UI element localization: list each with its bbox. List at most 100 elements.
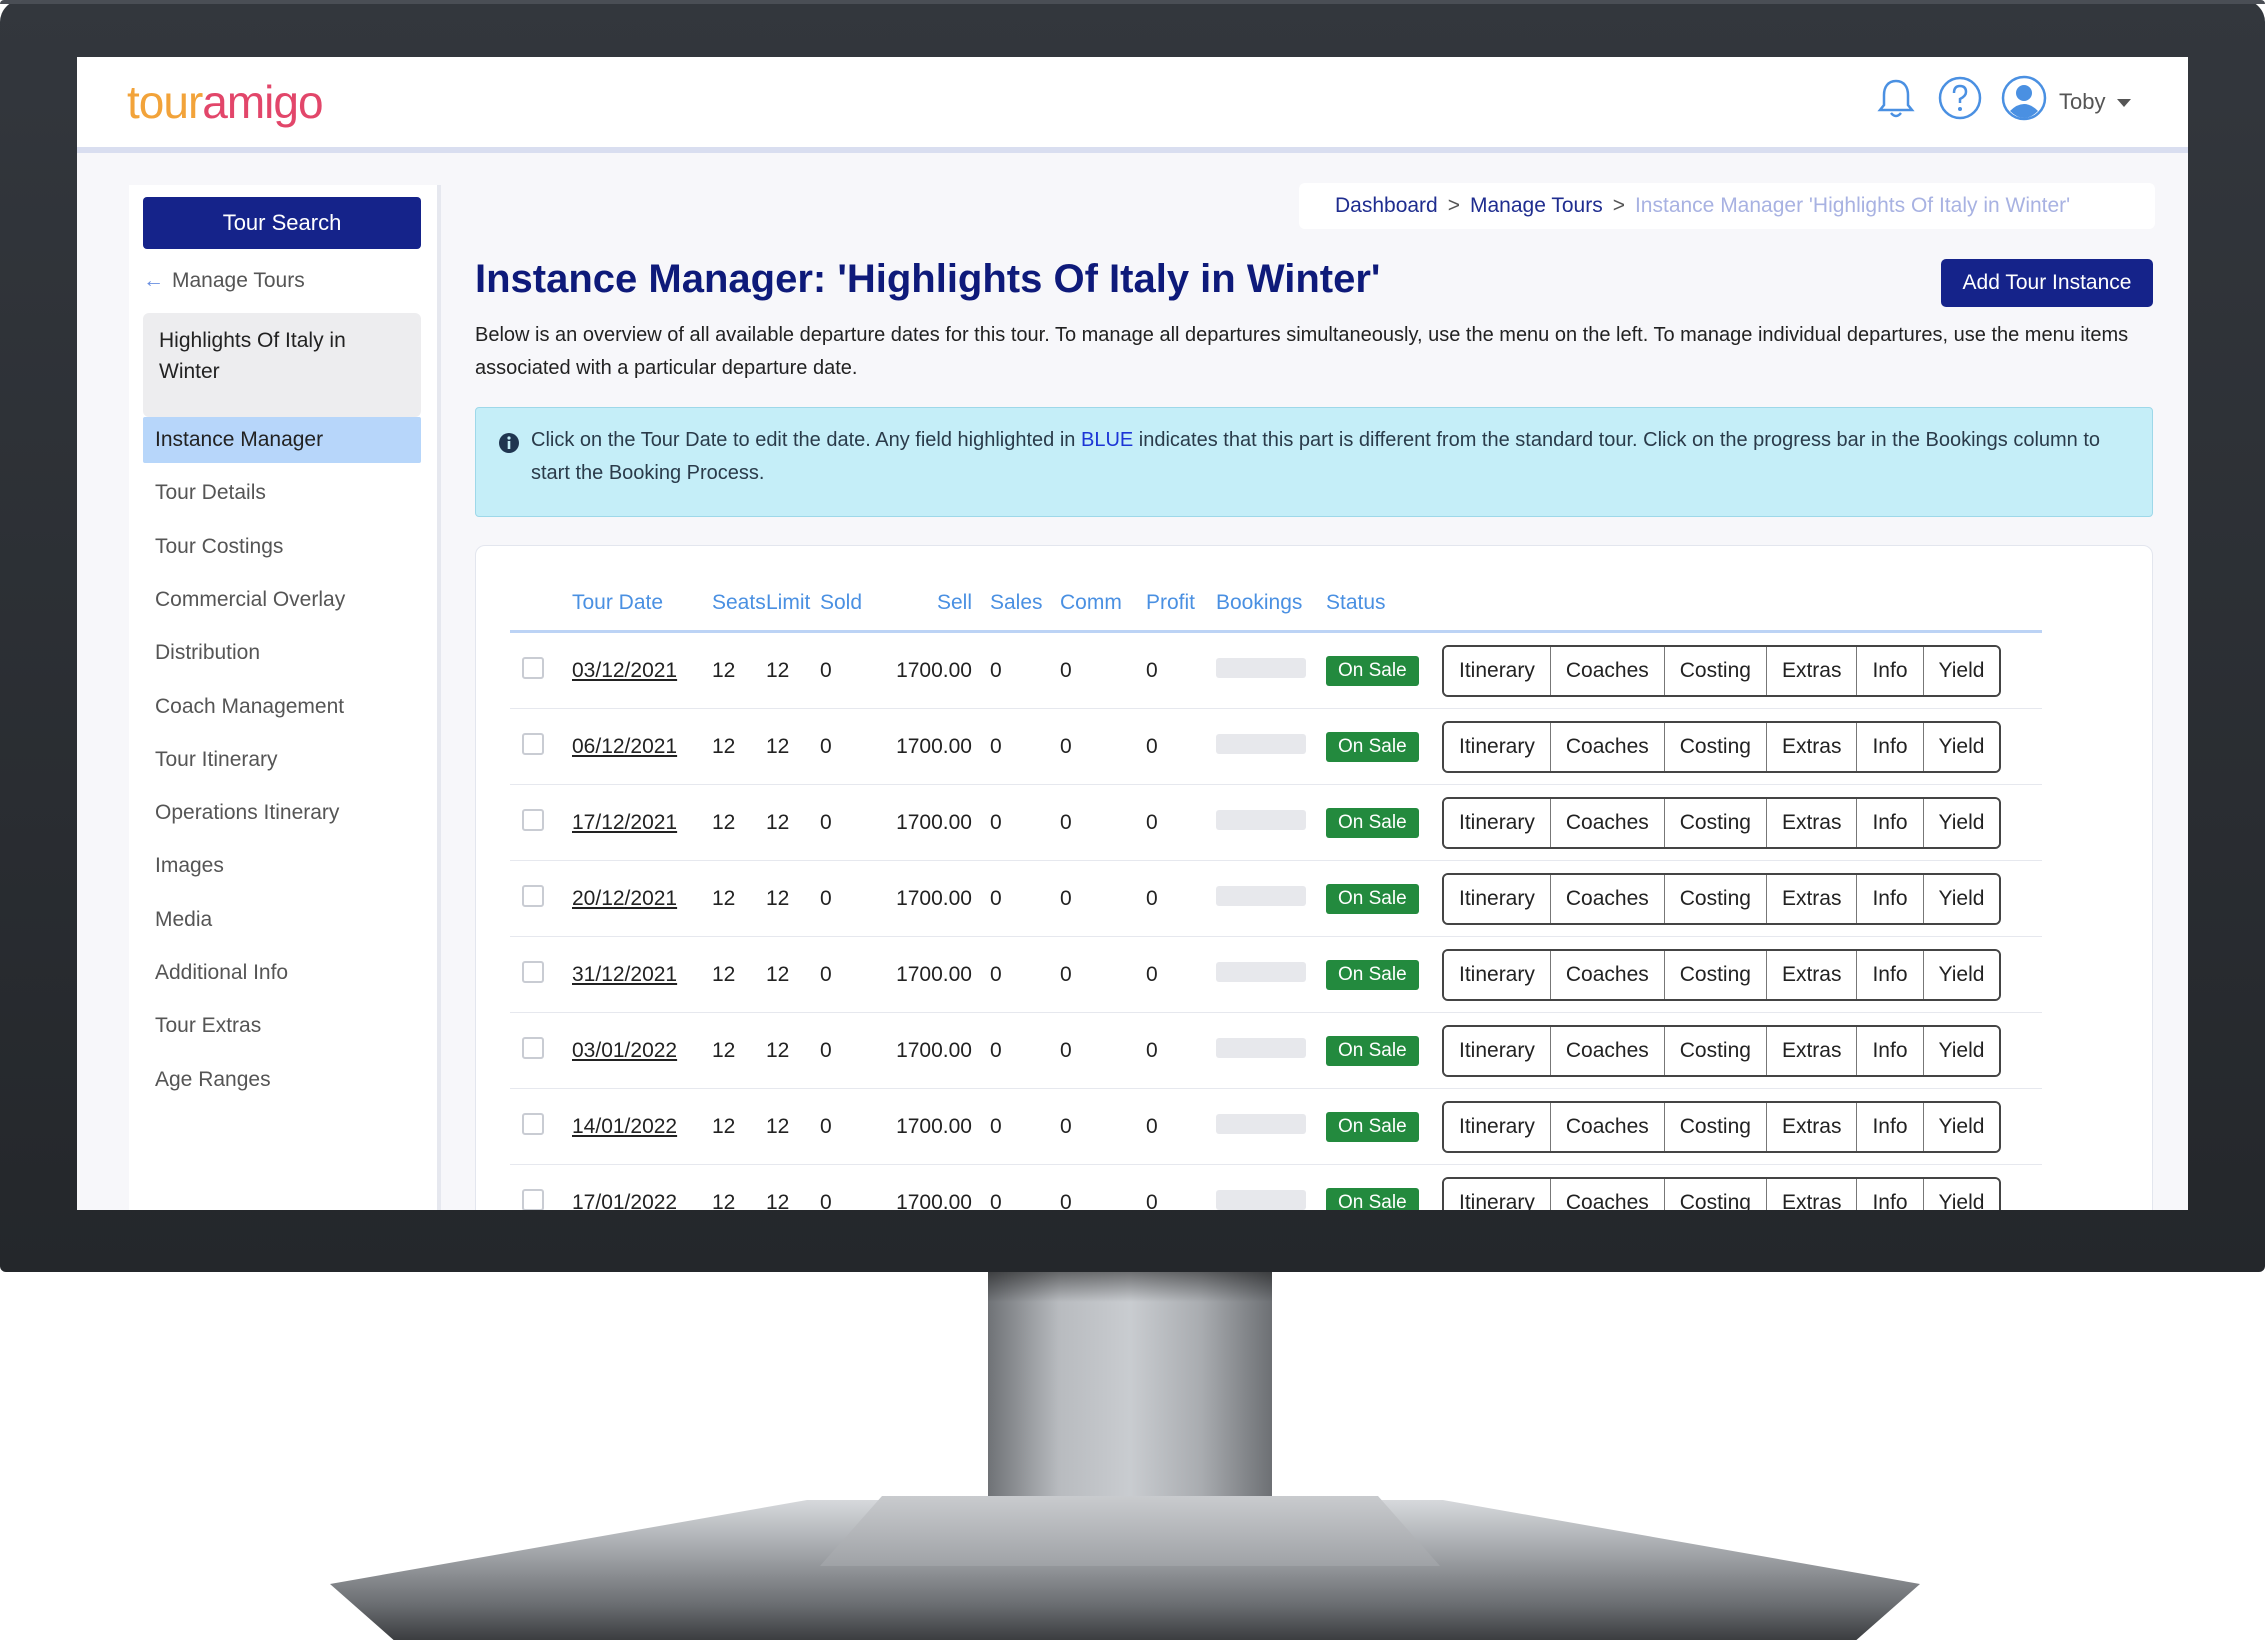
coaches-button[interactable]: Coaches [1550, 722, 1665, 771]
bookings-progress-bar[interactable] [1216, 1189, 1306, 1210]
tour-date-link[interactable]: 06/12/2021 [572, 735, 677, 758]
costing-button[interactable]: Costing [1664, 722, 1767, 771]
help-icon[interactable] [1937, 75, 1983, 121]
row-checkbox[interactable] [522, 656, 544, 679]
header-limit[interactable]: Limit [766, 576, 820, 633]
yield-button[interactable]: Yield [1923, 1026, 2000, 1075]
extras-button[interactable]: Extras [1766, 1102, 1858, 1151]
sidebar-item-distribution[interactable]: Distribution [143, 630, 421, 676]
header-bookings[interactable]: Bookings [1216, 576, 1326, 633]
coaches-button[interactable]: Coaches [1550, 874, 1665, 923]
row-checkbox[interactable] [522, 884, 544, 907]
header-sell[interactable]: Sell [876, 576, 990, 633]
sidebar-item-tour-costings[interactable]: Tour Costings [143, 524, 421, 570]
header-status[interactable]: Status [1326, 576, 1442, 633]
chevron-down-icon[interactable] [2117, 99, 2131, 107]
tour-date-link[interactable]: 14/01/2022 [572, 1115, 677, 1138]
info-button[interactable]: Info [1857, 874, 1924, 923]
costing-button[interactable]: Costing [1664, 798, 1767, 847]
bookings-progress-bar[interactable] [1216, 1113, 1306, 1134]
itinerary-button[interactable]: Itinerary [1444, 950, 1551, 999]
yield-button[interactable]: Yield [1923, 798, 2000, 847]
sidebar-item-age-ranges[interactable]: Age Ranges [143, 1057, 421, 1103]
extras-button[interactable]: Extras [1766, 1178, 1858, 1210]
info-button[interactable]: Info [1857, 950, 1924, 999]
yield-button[interactable]: Yield [1923, 950, 2000, 999]
back-to-manage-tours-link[interactable]: ← Manage Tours [143, 269, 305, 293]
sidebar-item-additional-info[interactable]: Additional Info [143, 950, 421, 996]
header-seats[interactable]: Seats [712, 576, 766, 633]
sidebar-item-images[interactable]: Images [143, 843, 421, 889]
row-checkbox[interactable] [522, 1112, 544, 1135]
header-comm[interactable]: Comm [1060, 576, 1146, 633]
breadcrumb-dashboard[interactable]: Dashboard [1335, 194, 1438, 217]
sidebar-item-instance-manager[interactable]: Instance Manager [143, 417, 421, 463]
yield-button[interactable]: Yield [1923, 1102, 2000, 1151]
bookings-progress-bar[interactable] [1216, 1037, 1306, 1058]
tour-date-link[interactable]: 31/12/2021 [572, 963, 677, 986]
yield-button[interactable]: Yield [1923, 874, 2000, 923]
tour-search-button[interactable]: Tour Search [143, 197, 421, 249]
bookings-progress-bar[interactable] [1216, 961, 1306, 982]
row-checkbox[interactable] [522, 808, 544, 831]
info-button[interactable]: Info [1857, 1178, 1924, 1210]
itinerary-button[interactable]: Itinerary [1444, 1178, 1551, 1210]
extras-button[interactable]: Extras [1766, 1026, 1858, 1075]
bookings-progress-bar[interactable] [1216, 885, 1306, 906]
bookings-progress-bar[interactable] [1216, 809, 1306, 830]
header-sales[interactable]: Sales [990, 576, 1060, 633]
header-tour-date[interactable]: Tour Date [572, 576, 712, 633]
logo[interactable]: touramigo [127, 75, 324, 129]
coaches-button[interactable]: Coaches [1550, 798, 1665, 847]
itinerary-button[interactable]: Itinerary [1444, 798, 1551, 847]
sidebar-item-tour-extras[interactable]: Tour Extras [143, 1003, 421, 1049]
coaches-button[interactable]: Coaches [1550, 646, 1665, 695]
costing-button[interactable]: Costing [1664, 874, 1767, 923]
bookings-progress-bar[interactable] [1216, 657, 1306, 678]
itinerary-button[interactable]: Itinerary [1444, 874, 1551, 923]
itinerary-button[interactable]: Itinerary [1444, 1026, 1551, 1075]
user-name[interactable]: Toby [2059, 89, 2105, 115]
sidebar-item-media[interactable]: Media [143, 897, 421, 943]
extras-button[interactable]: Extras [1766, 874, 1858, 923]
row-checkbox[interactable] [522, 732, 544, 755]
extras-button[interactable]: Extras [1766, 722, 1858, 771]
add-tour-instance-button[interactable]: Add Tour Instance [1941, 259, 2153, 307]
coaches-button[interactable]: Coaches [1550, 1178, 1665, 1210]
tour-date-link[interactable]: 20/12/2021 [572, 887, 677, 910]
info-button[interactable]: Info [1857, 1026, 1924, 1075]
header-sold[interactable]: Sold [820, 576, 876, 633]
itinerary-button[interactable]: Itinerary [1444, 1102, 1551, 1151]
costing-button[interactable]: Costing [1664, 950, 1767, 999]
bookings-progress-bar[interactable] [1216, 733, 1306, 754]
costing-button[interactable]: Costing [1664, 1178, 1767, 1210]
yield-button[interactable]: Yield [1923, 722, 2000, 771]
info-button[interactable]: Info [1857, 798, 1924, 847]
info-button[interactable]: Info [1857, 722, 1924, 771]
sidebar-item-tour-details[interactable]: Tour Details [143, 470, 421, 516]
costing-button[interactable]: Costing [1664, 1102, 1767, 1151]
yield-button[interactable]: Yield [1923, 1178, 2000, 1210]
tour-date-link[interactable]: 03/12/2021 [572, 659, 677, 682]
header-profit[interactable]: Profit [1146, 576, 1216, 633]
tour-date-link[interactable]: 03/01/2022 [572, 1039, 677, 1062]
row-checkbox[interactable] [522, 1036, 544, 1059]
extras-button[interactable]: Extras [1766, 950, 1858, 999]
user-avatar-icon[interactable] [2001, 75, 2047, 121]
sidebar-item-coach-management[interactable]: Coach Management [143, 684, 421, 730]
itinerary-button[interactable]: Itinerary [1444, 646, 1551, 695]
sidebar-item-tour-itinerary[interactable]: Tour Itinerary [143, 737, 421, 783]
costing-button[interactable]: Costing [1664, 646, 1767, 695]
bell-icon[interactable] [1873, 75, 1919, 121]
row-checkbox[interactable] [522, 960, 544, 983]
coaches-button[interactable]: Coaches [1550, 950, 1665, 999]
coaches-button[interactable]: Coaches [1550, 1026, 1665, 1075]
sidebar-item-operations-itinerary[interactable]: Operations Itinerary [143, 790, 421, 836]
itinerary-button[interactable]: Itinerary [1444, 722, 1551, 771]
tour-date-link[interactable]: 17/12/2021 [572, 811, 677, 834]
info-button[interactable]: Info [1857, 646, 1924, 695]
tour-date-link[interactable]: 17/01/2022 [572, 1191, 677, 1211]
info-button[interactable]: Info [1857, 1102, 1924, 1151]
yield-button[interactable]: Yield [1923, 646, 2000, 695]
extras-button[interactable]: Extras [1766, 798, 1858, 847]
